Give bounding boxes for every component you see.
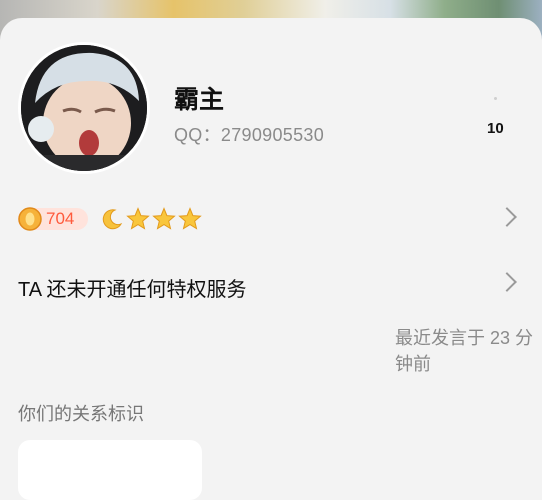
- relation-card[interactable]: [18, 440, 202, 500]
- privilege-row[interactable]: TA 还未开通任何特权服务: [0, 263, 542, 307]
- relation-title: 你们的关系标识: [18, 404, 144, 424]
- star-icon: [178, 207, 202, 230]
- profile-name: 霸主: [174, 86, 225, 114]
- chevron-right-icon: [497, 207, 517, 227]
- star-icon: [126, 207, 150, 230]
- coin-icon: [18, 207, 42, 231]
- moon-icon: [102, 209, 123, 230]
- avatar[interactable]: [18, 42, 150, 174]
- coin-badge: 704: [18, 207, 88, 231]
- level-row[interactable]: 704: [0, 198, 542, 242]
- count-value: 10: [487, 120, 504, 137]
- last-speak-time: 最近发言于 23 分钟前: [395, 328, 534, 374]
- star-icon: [152, 207, 176, 230]
- qq-number: QQ：2790905530: [174, 125, 325, 145]
- chevron-right-icon: [497, 272, 517, 292]
- decorative-dot: [494, 97, 497, 100]
- coin-count: 704: [46, 209, 75, 228]
- privilege-text: TA 还未开通任何特权服务: [18, 279, 247, 301]
